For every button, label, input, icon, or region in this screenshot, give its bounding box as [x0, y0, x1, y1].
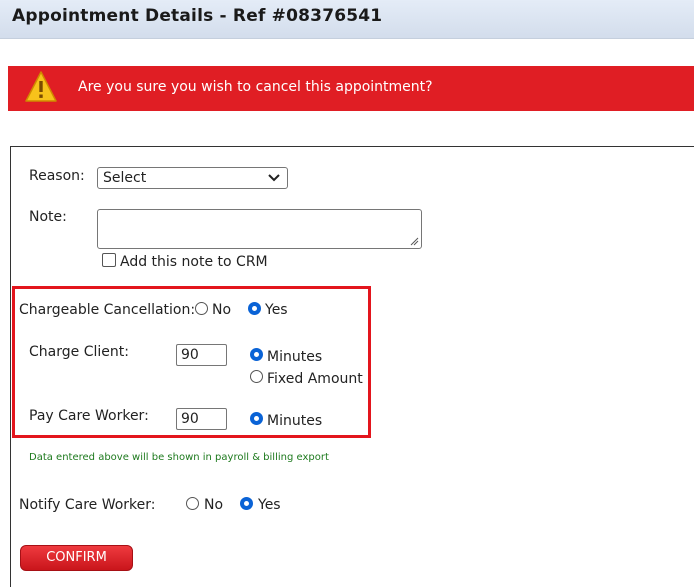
pay-care-worker-input[interactable]: 90: [176, 408, 227, 430]
pay-care-worker-minutes-radio[interactable]: [250, 412, 263, 425]
charge-client-fixed-radio[interactable]: [250, 370, 263, 383]
reason-label: Reason:: [29, 168, 85, 184]
warning-icon: [25, 71, 57, 102]
warning-banner: Are you sure you wish to cancel this app…: [8, 66, 694, 111]
chargeable-label: Chargeable Cancellation:: [19, 302, 196, 318]
chargeable-yes-radio[interactable]: [248, 302, 261, 315]
crm-checkbox[interactable]: [102, 253, 116, 267]
warning-message: Are you sure you wish to cancel this app…: [78, 79, 433, 95]
reason-select[interactable]: Select: [97, 167, 288, 189]
charge-client-input[interactable]: 90: [176, 344, 227, 366]
charge-client-label: Charge Client:: [29, 344, 129, 360]
notify-no-label: No: [204, 497, 224, 513]
charge-client-fixed-label: Fixed Amount: [267, 371, 363, 387]
notify-yes-radio[interactable]: [240, 497, 253, 510]
charge-client-minutes-label: Minutes: [267, 349, 323, 365]
resize-handle-icon: [410, 237, 419, 246]
chargeable-yes-label: Yes: [265, 302, 288, 318]
note-label: Note:: [29, 209, 67, 225]
chevron-down-icon: [268, 174, 280, 182]
charge-client-value: 90: [181, 347, 199, 363]
pay-care-worker-minutes-label: Minutes: [267, 413, 323, 429]
chargeable-no-label: No: [212, 302, 232, 318]
reason-select-value: Select: [103, 170, 147, 186]
note-textarea[interactable]: [97, 209, 422, 249]
chargeable-no-radio[interactable]: [195, 302, 208, 315]
export-note: Data entered above will be shown in payr…: [29, 452, 329, 463]
title-bar: Appointment Details - Ref #08376541: [0, 0, 694, 39]
pay-care-worker-value: 90: [181, 411, 199, 427]
notify-no-radio[interactable]: [186, 497, 199, 510]
notify-yes-label: Yes: [258, 497, 281, 513]
pay-care-worker-label: Pay Care Worker:: [29, 408, 149, 424]
page-title: Appointment Details - Ref #08376541: [12, 6, 383, 26]
confirm-button[interactable]: CONFIRM: [20, 545, 133, 571]
crm-checkbox-label: Add this note to CRM: [120, 254, 268, 270]
notify-care-worker-label: Notify Care Worker:: [19, 497, 156, 513]
charge-client-minutes-radio[interactable]: [250, 348, 263, 361]
